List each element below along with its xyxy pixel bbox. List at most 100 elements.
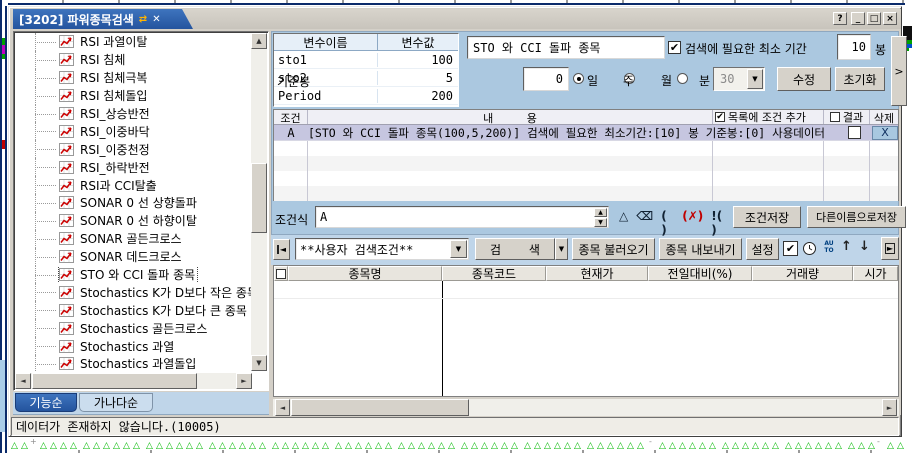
scroll-left-icon[interactable]: ◄ — [15, 373, 31, 389]
condition-row-empty — [274, 186, 898, 201]
scroll-right-icon[interactable]: ► — [236, 373, 252, 389]
add-all-checkbox[interactable]: ✔ — [715, 112, 725, 122]
tree-item[interactable]: Stochastics K가 D보다 큰 종목 — [15, 301, 252, 319]
search-options-button[interactable]: ▼ — [555, 238, 568, 260]
condition-result-checkbox[interactable] — [848, 126, 861, 139]
tree-item[interactable]: RSI 과열이탈 — [15, 33, 252, 51]
expand-right-button[interactable]: ► — [881, 237, 899, 260]
formula-input[interactable]: A ▲ ▼ — [315, 206, 609, 228]
tree-vscrollbar[interactable]: ▲ ▼ — [251, 33, 267, 371]
search-button[interactable]: 검 색 — [475, 238, 555, 260]
tree-item[interactable]: RSI과 CCI탈출 — [15, 176, 252, 194]
tree-item[interactable]: RSI_이중바닥 — [15, 122, 252, 140]
move-up-icon[interactable]: ↑ — [841, 239, 852, 254]
eraser-icon[interactable]: ⌫ — [636, 209, 653, 237]
variable-row[interactable]: sto1100 — [274, 51, 458, 69]
expand-panel-button[interactable]: > — [891, 36, 907, 106]
modify-button[interactable]: 수정 — [777, 67, 831, 91]
condition-delete-button[interactable]: X — [872, 126, 898, 140]
condition-row-A[interactable]: A [STO 와 CCI 돌파 종목(100,5,200)] 검색에 필요한 최… — [274, 125, 898, 141]
base-bar-input[interactable]: 0 — [523, 67, 569, 91]
tree-hscroll-thumb[interactable] — [32, 373, 197, 389]
collapse-left-button[interactable]: ◄ — [273, 239, 290, 260]
results-column-header[interactable]: 전일대비(%) — [648, 266, 752, 281]
select-all-checkbox[interactable] — [276, 269, 286, 279]
search-label: 검 색 — [490, 241, 540, 258]
grid-header-add[interactable]: ✔목록에 조건 추가 — [713, 110, 824, 124]
var-value-header[interactable]: 변수값 — [378, 34, 458, 50]
results-column-header[interactable]: 시가 — [853, 266, 898, 281]
export-stocks-button[interactable]: 종목 내보내기 — [659, 238, 742, 260]
tree-item[interactable]: RSI 침체 — [15, 51, 252, 69]
save-as-button[interactable]: 다른이름으로저장 — [807, 206, 906, 228]
tab-function-order[interactable]: 기능순 — [15, 393, 77, 412]
scroll-up-icon[interactable]: ▲ — [251, 33, 267, 49]
scroll-left-icon[interactable]: ◄ — [275, 399, 290, 416]
save-condition-button[interactable]: 조건저장 — [733, 206, 801, 228]
condition-name-input[interactable]: STO 와 CCI 돌파 종목 — [467, 36, 665, 59]
clock-icon[interactable] — [802, 241, 817, 256]
dropdown-arrow-icon[interactable]: ▼ — [450, 240, 467, 258]
triangle-icon[interactable]: △ — [619, 209, 628, 237]
min-period-checkbox[interactable]: ✔ — [668, 41, 681, 54]
results-column-header[interactable]: 거래량 — [752, 266, 853, 281]
tree-item[interactable]: SONAR 0 선 상향돌파 — [15, 194, 252, 212]
tree-item[interactable]: RSI 침체극복 — [15, 69, 252, 87]
close-button[interactable]: × — [883, 12, 897, 25]
minute-dropdown[interactable]: 30 ▼ — [713, 67, 765, 91]
not-parens-icon[interactable]: !( ) — [711, 209, 729, 237]
move-down-icon[interactable]: ↓ — [859, 239, 870, 254]
results-hscroll-thumb[interactable] — [291, 399, 469, 416]
tree-item[interactable]: SONAR 골든크로스 — [15, 230, 252, 248]
tree-item[interactable]: SONAR 데드크로스 — [15, 248, 252, 266]
grid-header-content[interactable]: 내 용 — [308, 110, 713, 124]
radio-day[interactable] — [573, 73, 584, 84]
tree-item[interactable]: RSI_하락반전 — [15, 158, 252, 176]
grid-header-delete: 삭제 — [870, 110, 898, 124]
parens-x-icon[interactable]: (✗) — [682, 209, 703, 237]
results-column-header[interactable]: 종목명 — [288, 266, 442, 281]
grid-header-cond[interactable]: 조건 — [274, 110, 308, 124]
result-all-checkbox[interactable] — [830, 112, 840, 122]
tree-item[interactable]: RSI_이중천정 — [15, 140, 252, 158]
tab-close-icon[interactable]: ✕ — [152, 14, 160, 25]
results-column-header[interactable]: 현재가 — [546, 266, 648, 281]
load-stocks-button[interactable]: 종목 불러오기 — [572, 238, 655, 260]
tree-item[interactable]: SONAR 0 선 하향이탈 — [15, 212, 252, 230]
tree-hscrollbar[interactable]: ◄ ► — [15, 373, 252, 389]
radio-month[interactable] — [677, 73, 688, 84]
var-name-header[interactable]: 변수이름 — [274, 34, 378, 50]
tree-item[interactable]: RSI 침체돌입 — [15, 87, 252, 105]
settings-button[interactable]: 설정 — [746, 238, 779, 260]
maximize-button[interactable]: □ — [867, 12, 881, 25]
parens-icon[interactable]: ( ) — [661, 209, 674, 237]
window-tab[interactable]: [3202] 파워종목검색 ⇄ ✕ — [13, 9, 193, 29]
tree-item[interactable]: Stochastics 골든크로스 — [15, 319, 252, 337]
tab-move-icon[interactable]: ⇄ — [139, 14, 147, 25]
tree-vscroll-thumb[interactable] — [251, 163, 267, 233]
spinner-down-icon[interactable]: ▼ — [594, 218, 607, 227]
tree-item[interactable]: Stochastics 과열 — [15, 337, 252, 355]
results-column-header[interactable]: 종목코드 — [442, 266, 546, 281]
auto-search-icon[interactable]: AU TO — [821, 240, 837, 256]
reset-button[interactable]: 초기화 — [835, 67, 885, 91]
tree-item[interactable]: RSI_상승반전 — [15, 105, 252, 123]
chart-icon — [59, 125, 74, 138]
scroll-down-icon[interactable]: ▼ — [251, 355, 267, 371]
grid-header-result[interactable]: 결과 — [824, 110, 870, 124]
tree-item[interactable]: STO 와 CCI 돌파 종목 — [15, 266, 252, 284]
preset-dropdown[interactable]: **사용자 검색조건** ▼ — [295, 238, 469, 260]
dropdown-arrow-icon[interactable]: ▼ — [747, 69, 763, 89]
minimize-button[interactable]: _ — [851, 12, 865, 25]
delete-x-icon: X — [881, 126, 889, 139]
toolbar-checkbox-icon[interactable]: ✔ — [783, 241, 798, 256]
results-select-all[interactable] — [274, 266, 288, 281]
spinner-up-icon[interactable]: ▲ — [594, 208, 607, 217]
tab-alphabetical-order[interactable]: 가나다순 — [79, 393, 153, 412]
tree-item[interactable]: Stochastics 과열돌입 — [15, 355, 252, 371]
min-period-input[interactable]: 10 — [837, 34, 871, 60]
results-hscrollbar[interactable]: ◄ ► — [273, 399, 899, 416]
help-button[interactable]: ? — [833, 12, 847, 25]
tree-item[interactable]: Stochastics K가 D보다 작은 종목 — [15, 283, 252, 301]
scroll-right-icon[interactable]: ► — [882, 399, 897, 416]
